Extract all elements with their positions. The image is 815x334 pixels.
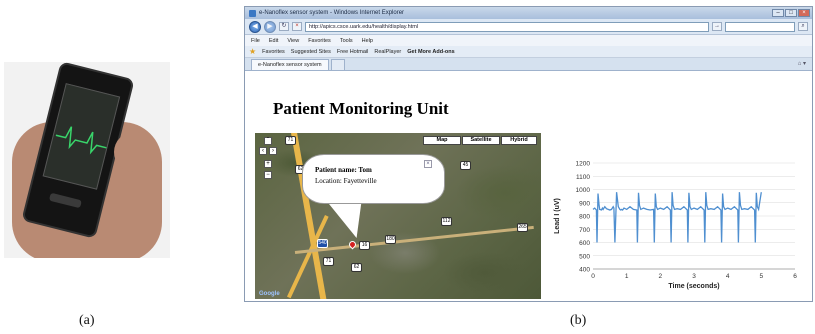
caption-a: (a) — [79, 313, 95, 328]
menu-tools[interactable]: Tools — [340, 38, 353, 44]
menu-help[interactable]: Help — [362, 38, 373, 44]
map-view[interactable]: Map Satellite Hybrid ‹ › ˆ + − 71 62 45 … — [255, 133, 541, 299]
tab-bar: e-Nanoflex sensor system ⌂ ▾ — [245, 58, 812, 71]
route-shield: 112 — [441, 217, 452, 226]
x-tick-label: 0 — [591, 273, 595, 280]
y-tick-label: 500 — [579, 253, 590, 260]
zoom-in-button[interactable]: + — [264, 160, 272, 168]
route-shield: 16 — [359, 241, 370, 250]
favorites-bar: ★ Favorites Suggested Sites Free Hotmail… — [245, 46, 812, 58]
y-tick-label: 1200 — [576, 161, 591, 168]
map-type-satellite-button[interactable]: Satellite — [462, 136, 500, 145]
favorites-star-icon[interactable]: ★ — [249, 47, 256, 56]
ie-app-icon — [249, 9, 256, 17]
phone-photo — [4, 62, 170, 258]
patient-name-line: Patient name: Tom — [315, 166, 372, 174]
suggested-sites-link[interactable]: Suggested Sites — [291, 49, 331, 55]
page-content: Patient Monitoring Unit Map Satellite Hy… — [245, 71, 812, 301]
info-window: × Patient name: Tom Location: Fayettevil… — [302, 154, 445, 204]
menu-edit[interactable]: Edit — [269, 38, 278, 44]
page-tools-icon[interactable]: ⌂ ▾ — [798, 59, 812, 70]
minimize-button[interactable]: – — [772, 9, 784, 17]
y-tick-label: 600 — [579, 240, 590, 247]
search-input[interactable] — [725, 21, 795, 32]
y-tick-label: 900 — [579, 200, 590, 207]
free-hotmail-link[interactable]: Free Hotmail — [337, 49, 368, 55]
tab-enanoflex[interactable]: e-Nanoflex sensor system — [251, 59, 329, 70]
ecg-chart: 400 500 600 700 800 900 1000 1100 1200 0 1 2 3 4 5 6 Ti… — [547, 157, 807, 299]
pan-up-icon[interactable]: ˆ — [264, 137, 272, 145]
title-bar: e-Nanoflex sensor system - Windows Inter… — [245, 7, 812, 19]
window-title: e-Nanoflex sensor system - Windows Inter… — [259, 10, 405, 16]
map-type-map-button[interactable]: Map — [423, 136, 461, 145]
pan-left-icon[interactable]: ‹ — [259, 147, 267, 155]
thumb-shape — [114, 132, 158, 172]
route-shield: 71 — [285, 136, 296, 145]
go-button[interactable]: → — [712, 22, 722, 31]
forward-icon[interactable]: ▶ — [264, 20, 276, 33]
route-shield: 71 — [323, 257, 334, 266]
x-tick-label: 5 — [760, 273, 764, 280]
get-addons-link[interactable]: Get More Add-ons — [407, 49, 454, 55]
y-tick-label: 1000 — [576, 187, 591, 194]
y-tick-label: 400 — [579, 267, 590, 274]
phone-home-button — [48, 192, 82, 209]
y-tick-label: 800 — [579, 214, 590, 221]
map-type-hybrid-button[interactable]: Hybrid — [501, 136, 537, 145]
favorites-button[interactable]: Favorites — [262, 49, 285, 55]
stop-icon[interactable]: × — [292, 22, 302, 31]
x-tick-label: 1 — [625, 273, 629, 280]
new-tab-button[interactable] — [330, 59, 345, 70]
route-shield: 180 — [385, 235, 396, 244]
info-window-tail — [327, 202, 381, 238]
phone-screen — [42, 83, 121, 190]
refresh-icon[interactable]: ↻ — [279, 22, 289, 31]
ecg-series-line — [592, 192, 762, 243]
ecg-chart-svg: 400 500 600 700 800 900 1000 1100 1200 0 1 2 3 4 5 6 Ti… — [554, 161, 797, 291]
back-icon[interactable]: ◀ — [249, 20, 261, 33]
y-tick-label: 700 — [579, 227, 590, 234]
route-shield: 265 — [517, 223, 528, 232]
pan-right-icon[interactable]: › — [269, 147, 277, 155]
x-tick-label: 6 — [793, 273, 797, 280]
menu-view[interactable]: View — [287, 38, 299, 44]
close-icon[interactable]: × — [424, 160, 432, 168]
caption-b: (b) — [570, 313, 587, 328]
x-axis-label: Time (seconds) — [668, 283, 719, 290]
search-icon[interactable]: ⌕ — [798, 22, 808, 31]
page-title: Patient Monitoring Unit — [273, 99, 449, 118]
browser-window: e-Nanoflex sensor system - Windows Inter… — [244, 6, 813, 302]
menu-bar: File Edit View Favorites Tools Help — [245, 35, 812, 46]
navigation-bar: ◀ ▶ ↻ × http://apics.csce.uark.edu/healt… — [245, 19, 812, 35]
x-tick-label: 4 — [726, 273, 730, 280]
menu-file[interactable]: File — [251, 38, 260, 44]
patient-location-line: Location: Fayetteville — [315, 177, 377, 185]
x-tick-label: 3 — [692, 273, 696, 280]
close-window-button[interactable]: × — [798, 9, 810, 17]
maximize-button[interactable]: □ — [785, 9, 797, 17]
y-axis-label: Lead I (uV) — [554, 198, 561, 234]
route-shield: 62 — [351, 263, 362, 272]
realplayer-link[interactable]: RealPlayer — [374, 49, 401, 55]
menu-favorites[interactable]: Favorites — [308, 38, 331, 44]
zoom-out-button[interactable]: − — [264, 171, 272, 179]
y-tick-label: 1100 — [576, 174, 590, 181]
x-tick-label: 2 — [659, 273, 663, 280]
route-shield: 45 — [460, 161, 471, 170]
highway-road — [294, 225, 534, 254]
address-bar[interactable]: http://apics.csce.uark.edu/health/displa… — [305, 21, 709, 32]
google-logo: Google — [259, 291, 280, 297]
interstate-shield: 540 — [317, 239, 328, 248]
